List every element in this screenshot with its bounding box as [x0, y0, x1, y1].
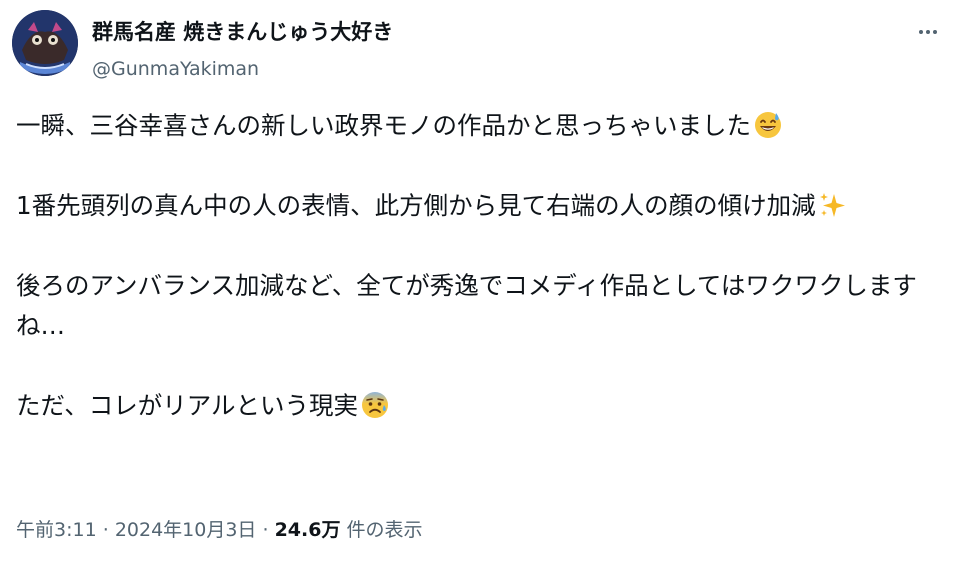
more-options-button[interactable]	[910, 14, 946, 50]
tweet-meta: 午前3:11 · 2024年10月3日 · 24.6万 件の表示	[16, 516, 423, 544]
grinning-sweat-emoji	[753, 110, 783, 140]
tweet-time: 午前3:11	[16, 519, 97, 541]
sparkles-emoji	[818, 190, 848, 220]
tweet-paragraph: 1番先頭列の真ん中の人の表情、此方側から見て右端の人の顔の傾け加減	[16, 186, 952, 226]
tweet-paragraph: ただ、コレがリアルという現実	[16, 386, 952, 426]
author-display-name[interactable]: 群馬名産 焼きまんじゅう大好き	[92, 18, 393, 46]
views-label: 件の表示	[346, 519, 423, 541]
tweet-card: 群馬名産 焼きまんじゅう大好き @GunmaYakiman 一瞬、三谷幸喜さんの…	[0, 0, 960, 562]
tweet-time-link[interactable]: 午前3:11 · 2024年10月3日	[16, 519, 256, 541]
tweet-paragraph: 一瞬、三谷幸喜さんの新しい政界モノの作品かと思っちゃいました	[16, 106, 952, 146]
tweet-paragraph-text: 一瞬、三谷幸喜さんの新しい政界モノの作品かと思っちゃいました	[16, 111, 751, 140]
meta-separator: ·	[262, 519, 269, 541]
tweet-paragraph: 後ろのアンバランス加減など、全てが秀逸でコメディ作品としてはワクワクしますね…	[16, 266, 952, 346]
tweet-paragraph-text: ただ、コレがリアルという現実	[16, 391, 359, 420]
meta-separator: ·	[102, 519, 109, 541]
avatar-image	[12, 10, 78, 76]
author-handle[interactable]: @GunmaYakiman	[92, 56, 259, 82]
anxious-sweat-emoji	[360, 390, 390, 420]
tweet-paragraph-text: 後ろのアンバランス加減など、全てが秀逸でコメディ作品としてはワクワクしますね…	[16, 271, 917, 340]
more-horizontal-icon	[919, 30, 937, 34]
tweet-text: 一瞬、三谷幸喜さんの新しい政界モノの作品かと思っちゃいました 1番先頭列の真ん中…	[16, 106, 952, 426]
tweet-date: 2024年10月3日	[114, 519, 257, 541]
views-count: 24.6万	[274, 519, 341, 541]
views-link[interactable]: 24.6万 件の表示	[275, 519, 423, 541]
tweet-paragraph-text: 1番先頭列の真ん中の人の表情、此方側から見て右端の人の顔の傾け加減	[16, 191, 816, 220]
avatar[interactable]	[12, 10, 78, 76]
